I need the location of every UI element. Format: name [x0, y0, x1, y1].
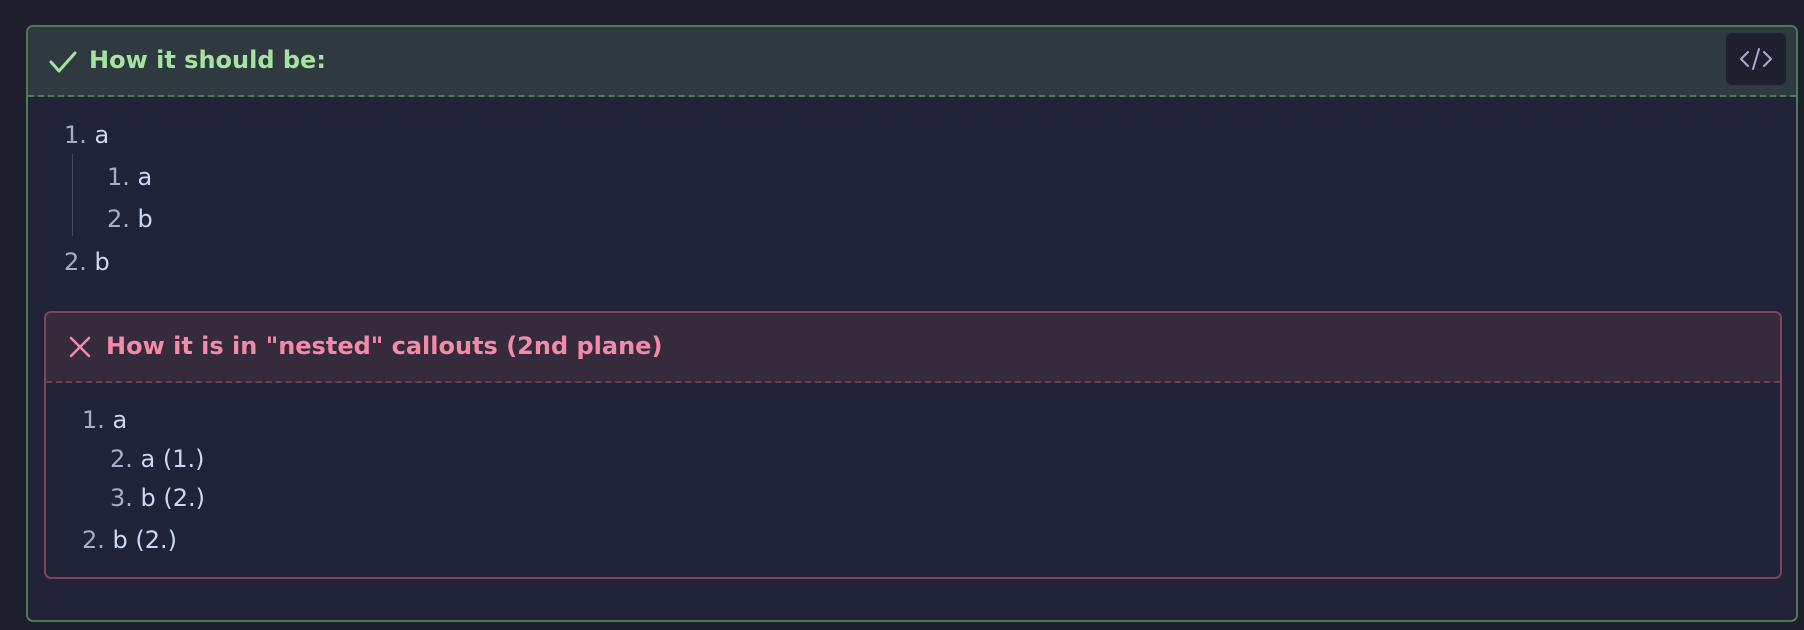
list-item-text: a — [94, 121, 110, 149]
success-callout: How it should be: 1. a 1. a 2. b 2. b Ho… — [26, 25, 1798, 622]
list-item-number: 1. — [64, 121, 87, 149]
list-item-number: 1. — [107, 163, 130, 191]
list-item: 2. b — [64, 247, 110, 277]
list-item-number: 2. — [82, 526, 105, 554]
list-item-text: b (2.) — [140, 484, 206, 512]
list-item: 2. a (1.) — [110, 444, 205, 474]
list-item: 3. b (2.) — [110, 483, 205, 513]
success-callout-header: How it should be: — [28, 27, 1796, 97]
list-item-text: b (2.) — [112, 526, 178, 554]
list-item-text: a — [137, 163, 153, 191]
list-item-number: 1. — [82, 406, 105, 434]
success-callout-title: How it should be: — [89, 46, 326, 74]
list-item: 2. b (2.) — [82, 525, 177, 555]
list-item-text: a — [112, 406, 128, 434]
fail-callout: How it is in "nested" callouts (2nd plan… — [44, 311, 1782, 579]
list-item-text: a (1.) — [140, 445, 205, 473]
check-icon — [49, 51, 77, 73]
list-item: 1. a — [64, 120, 109, 150]
list-item: 1. a — [107, 162, 152, 192]
code-view-button[interactable] — [1726, 33, 1786, 85]
list-item-number: 2. — [64, 248, 87, 276]
list-item: 1. a — [82, 405, 127, 435]
code-icon — [1740, 48, 1772, 70]
nested-list-guide — [72, 154, 73, 236]
list-item-text: b — [137, 205, 153, 233]
list-item: 2. b — [107, 204, 153, 234]
list-item-text: b — [94, 248, 110, 276]
list-item-number: 3. — [110, 484, 133, 512]
fail-callout-header: How it is in "nested" callouts (2nd plan… — [46, 313, 1780, 383]
list-item-number: 2. — [110, 445, 133, 473]
close-x-icon — [69, 336, 91, 358]
list-item-number: 2. — [107, 205, 130, 233]
fail-callout-title: How it is in "nested" callouts (2nd plan… — [106, 332, 663, 360]
